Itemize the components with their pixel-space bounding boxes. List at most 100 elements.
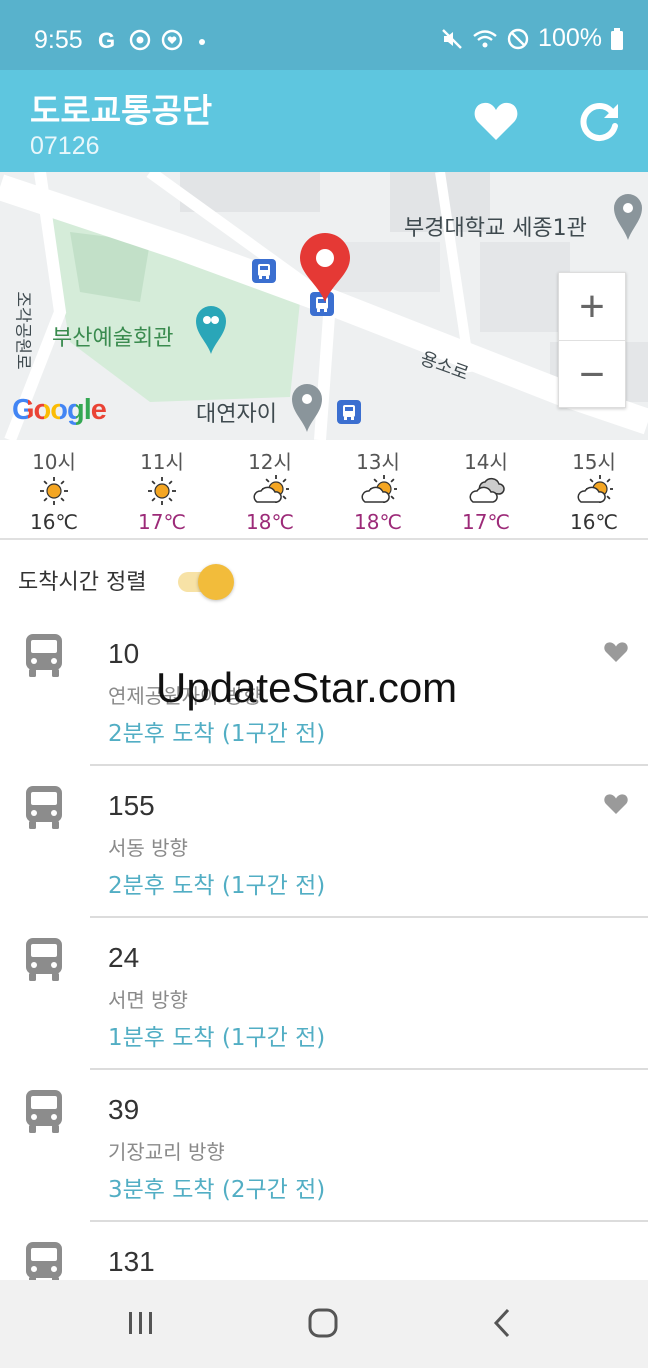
bus-icon-wrap bbox=[24, 632, 64, 682]
weather-temp: 16℃ bbox=[30, 510, 78, 534]
heart-circle-icon bbox=[161, 29, 183, 51]
sort-toggle[interactable] bbox=[178, 564, 234, 600]
status-time: 9:55 bbox=[34, 26, 83, 54]
weather-hour-4: 14시 17℃ bbox=[432, 440, 540, 538]
bus-direction: 서면 방향 bbox=[108, 988, 188, 1012]
google-logo-text: Google bbox=[12, 394, 107, 426]
weather-icon-wrap bbox=[251, 472, 289, 510]
watermark: UpdateStar.com bbox=[156, 664, 458, 711]
weather-temp: 17℃ bbox=[138, 510, 186, 534]
bus-icon bbox=[26, 786, 62, 829]
weather-forecast: 10시 16℃ 11시 17℃ 12시 18℃ 13시 18℃ 14시 17℃ 15시 16℃ bbox=[0, 440, 648, 540]
bus-row[interactable]: 24 서면 방향 1분후 도착 (1구간 전) bbox=[0, 918, 648, 1070]
mute-icon bbox=[442, 28, 462, 49]
theatre-pin-icon[interactable] bbox=[194, 304, 228, 356]
weather-hour-1: 11시 17℃ bbox=[108, 440, 216, 538]
bus-number: 10 bbox=[108, 638, 140, 669]
map-label-road2: 조각공원로 bbox=[12, 291, 33, 370]
place-pin-icon[interactable] bbox=[290, 382, 324, 434]
bus-arrival: 2분후 도착 (1구간 전) bbox=[108, 873, 326, 899]
weather-temp: 17℃ bbox=[462, 510, 510, 534]
weather-hour-label: 15시 bbox=[572, 450, 616, 474]
bus-row[interactable]: 131 bbox=[0, 1222, 648, 1280]
cloudy-icon bbox=[469, 478, 505, 503]
sort-row: 도착시간 정렬 bbox=[0, 542, 648, 614]
favorite-heart-icon[interactable] bbox=[603, 792, 629, 816]
weather-hour-label: 12시 bbox=[248, 450, 292, 474]
weather-icon-wrap bbox=[467, 472, 505, 510]
bus-icon-wrap bbox=[24, 784, 64, 834]
bus-stop-marker[interactable] bbox=[337, 400, 361, 424]
bus-stop-marker[interactable] bbox=[252, 259, 276, 283]
bus-icon bbox=[26, 938, 62, 981]
notification-icons: G bbox=[96, 28, 212, 52]
toggle-knob bbox=[198, 564, 234, 600]
weather-temp: 16℃ bbox=[570, 510, 618, 534]
bus-number: 39 bbox=[108, 1094, 140, 1125]
bus-direction: 서동 방향 bbox=[108, 836, 188, 860]
status-right: 100% bbox=[440, 24, 624, 53]
navigation-bar bbox=[0, 1280, 648, 1368]
zoom-in-button[interactable]: + bbox=[559, 273, 625, 341]
sun-icon bbox=[40, 477, 68, 505]
partly-cloudy-icon bbox=[361, 475, 397, 503]
google-logo: Google bbox=[12, 394, 107, 427]
weather-hour-5: 15시 16℃ bbox=[540, 440, 648, 538]
weather-hour-label: 11시 bbox=[140, 450, 184, 474]
back-icon[interactable] bbox=[490, 1306, 516, 1340]
weather-icon-wrap bbox=[35, 472, 73, 510]
weather-icon-wrap bbox=[359, 472, 397, 510]
bus-icon-wrap bbox=[24, 936, 64, 986]
weather-hour-label: 10시 bbox=[32, 450, 76, 474]
favorite-heart-icon[interactable] bbox=[472, 98, 520, 144]
bus-icon bbox=[26, 634, 62, 677]
weather-hour-label: 13시 bbox=[356, 450, 400, 474]
weather-hour-label: 14시 bbox=[464, 450, 508, 474]
map-label-hall: 부산예술회관 bbox=[52, 326, 174, 351]
home-icon[interactable] bbox=[306, 1306, 340, 1340]
favorite-heart-icon[interactable] bbox=[603, 640, 629, 664]
map-view[interactable]: 부경대학교 세종1관 부산예술회관 대연자이 용소로 조각공원로 Google … bbox=[0, 172, 648, 440]
battery-percent: 100% bbox=[538, 24, 602, 52]
bus-row[interactable]: 155 서동 방향 2분후 도착 (1구간 전) bbox=[0, 766, 648, 918]
bus-icon bbox=[26, 1090, 62, 1133]
stop-id: 07126 bbox=[30, 132, 100, 160]
bus-number: 24 bbox=[108, 942, 140, 973]
weather-hour-2: 12시 18℃ bbox=[216, 440, 324, 538]
wifi-icon bbox=[473, 29, 497, 47]
sun-icon bbox=[148, 477, 176, 505]
block-icon bbox=[507, 28, 529, 49]
bus-arrival: 3분후 도착 (2구간 전) bbox=[108, 1177, 326, 1203]
stop-name: 도로교통공단 bbox=[30, 91, 213, 130]
app-header: 9:55 G 100% 도로교통공단 07126 bbox=[0, 0, 648, 172]
bus-row[interactable]: 39 기장교리 방향 3분후 도착 (2구간 전) bbox=[0, 1070, 648, 1222]
map-label-apt: 대연자이 bbox=[196, 402, 277, 427]
bus-list: 10 연제공원자이 방향 2분후 도착 (1구간 전) 155 서동 방향 2분후 도착 … bbox=[0, 614, 648, 1280]
bus-icon-wrap bbox=[24, 1240, 64, 1280]
weather-temp: 18℃ bbox=[354, 510, 402, 534]
status-bar: 9:55 G 100% bbox=[0, 0, 648, 70]
weather-hour-0: 10시 16℃ bbox=[0, 440, 108, 538]
location-pin-icon[interactable] bbox=[298, 232, 352, 304]
map-label-univ: 부경대학교 세종1관 bbox=[404, 216, 587, 241]
bus-direction: 기장교리 방향 bbox=[108, 1140, 225, 1164]
place-pin-icon[interactable] bbox=[612, 192, 644, 242]
bus-arrival: 1분후 도착 (1구간 전) bbox=[108, 1025, 326, 1051]
weather-temp: 18℃ bbox=[246, 510, 294, 534]
bus-number: 155 bbox=[108, 790, 155, 821]
partly-cloudy-icon bbox=[253, 475, 289, 503]
refresh-icon[interactable] bbox=[574, 98, 624, 144]
svg-text:G: G bbox=[98, 28, 115, 52]
sync-icon bbox=[129, 29, 151, 51]
bus-number: 131 bbox=[108, 1246, 155, 1277]
bus-icon-wrap bbox=[24, 1088, 64, 1138]
partly-cloudy-icon bbox=[577, 475, 613, 503]
zoom-out-button[interactable]: − bbox=[559, 341, 625, 409]
weather-hour-3: 13시 18℃ bbox=[324, 440, 432, 538]
bus-arrival: 2분후 도착 (1구간 전) bbox=[108, 721, 326, 747]
battery-icon bbox=[611, 27, 623, 50]
weather-icon-wrap bbox=[575, 472, 613, 510]
bus-icon bbox=[26, 1242, 62, 1280]
recent-apps-icon[interactable] bbox=[126, 1306, 156, 1340]
sort-label: 도착시간 정렬 bbox=[18, 570, 147, 595]
